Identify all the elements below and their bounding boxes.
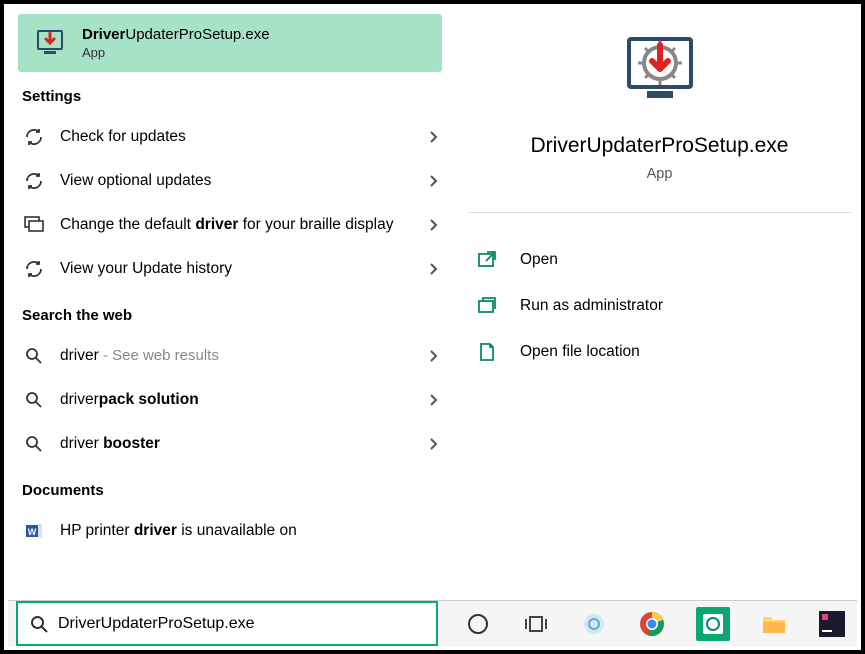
web-result-item[interactable]: driver booster <box>18 422 448 466</box>
chevron-right-icon <box>428 218 438 232</box>
detail-panel: DriverUpdaterProSetup.exe App Open Run a… <box>448 4 861 604</box>
search-icon <box>22 391 46 409</box>
run-admin-label: Run as administrator <box>520 297 663 315</box>
web-result-item[interactable]: driver - See web results <box>18 334 448 378</box>
taskbar-search-box[interactable] <box>16 601 438 646</box>
web-item-text: driver booster <box>60 433 428 455</box>
settings-item-text: Change the default driver for your brail… <box>60 214 428 236</box>
search-results-panel: DriverUpdaterProSetup.exe App Settings C… <box>4 4 448 604</box>
app-icon <box>34 27 66 59</box>
app-gear-icon[interactable] <box>580 610 608 638</box>
web-item-text: driverpack solution <box>60 389 428 411</box>
search-icon <box>22 347 46 365</box>
active-app-icon[interactable] <box>696 607 730 641</box>
file-explorer-icon[interactable] <box>760 610 788 638</box>
shield-icon <box>476 295 498 317</box>
open-location-label: Open file location <box>520 343 640 361</box>
settings-item[interactable]: View your Update history <box>18 247 448 291</box>
open-label: Open <box>520 251 558 269</box>
chevron-right-icon <box>428 437 438 451</box>
chevron-right-icon <box>428 130 438 144</box>
settings-item[interactable]: Change the default driver for your brail… <box>18 203 448 247</box>
word-doc-icon: W <box>22 522 46 540</box>
detail-title: DriverUpdaterProSetup.exe <box>531 134 789 158</box>
web-item-text: driver - See web results <box>60 345 428 367</box>
top-result-subtitle: App <box>82 45 270 60</box>
document-item[interactable]: W HP printer driver is unavailable on <box>18 509 448 553</box>
settings-item-icon <box>22 127 46 147</box>
settings-item-text: Check for updates <box>60 126 428 148</box>
open-icon <box>476 249 498 271</box>
open-action[interactable]: Open <box>476 237 851 283</box>
settings-item[interactable]: Check for updates <box>18 115 448 159</box>
taskbar <box>8 600 857 646</box>
folder-icon <box>476 341 498 363</box>
settings-item-text: View your Update history <box>60 258 428 280</box>
detail-subtitle: App <box>647 166 673 182</box>
chrome-icon[interactable] <box>638 610 666 638</box>
chevron-right-icon <box>428 393 438 407</box>
settings-item[interactable]: View optional updates <box>18 159 448 203</box>
chevron-right-icon <box>428 174 438 188</box>
intellij-icon[interactable] <box>818 610 846 638</box>
detail-app-icon <box>620 30 700 110</box>
search-icon <box>30 615 48 633</box>
chevron-right-icon <box>428 349 438 363</box>
settings-item-icon <box>22 259 46 279</box>
search-icon <box>22 435 46 453</box>
top-result-title: DriverUpdaterProSetup.exe <box>82 26 270 43</box>
task-view-icon[interactable] <box>522 610 550 638</box>
document-item-text: HP printer driver is unavailable on <box>60 520 438 542</box>
settings-item-text: View optional updates <box>60 170 428 192</box>
cortana-icon[interactable] <box>464 610 492 638</box>
web-header: Search the web <box>18 291 448 334</box>
web-result-item[interactable]: driverpack solution <box>18 378 448 422</box>
open-location-action[interactable]: Open file location <box>476 329 851 375</box>
chevron-right-icon <box>428 262 438 276</box>
settings-header: Settings <box>18 72 448 115</box>
docs-header: Documents <box>18 466 448 509</box>
run-admin-action[interactable]: Run as administrator <box>476 283 851 329</box>
settings-item-icon <box>22 171 46 191</box>
search-input[interactable] <box>58 615 424 633</box>
settings-item-icon <box>22 216 46 234</box>
top-result[interactable]: DriverUpdaterProSetup.exe App <box>18 14 442 72</box>
svg-text:W: W <box>28 527 37 537</box>
